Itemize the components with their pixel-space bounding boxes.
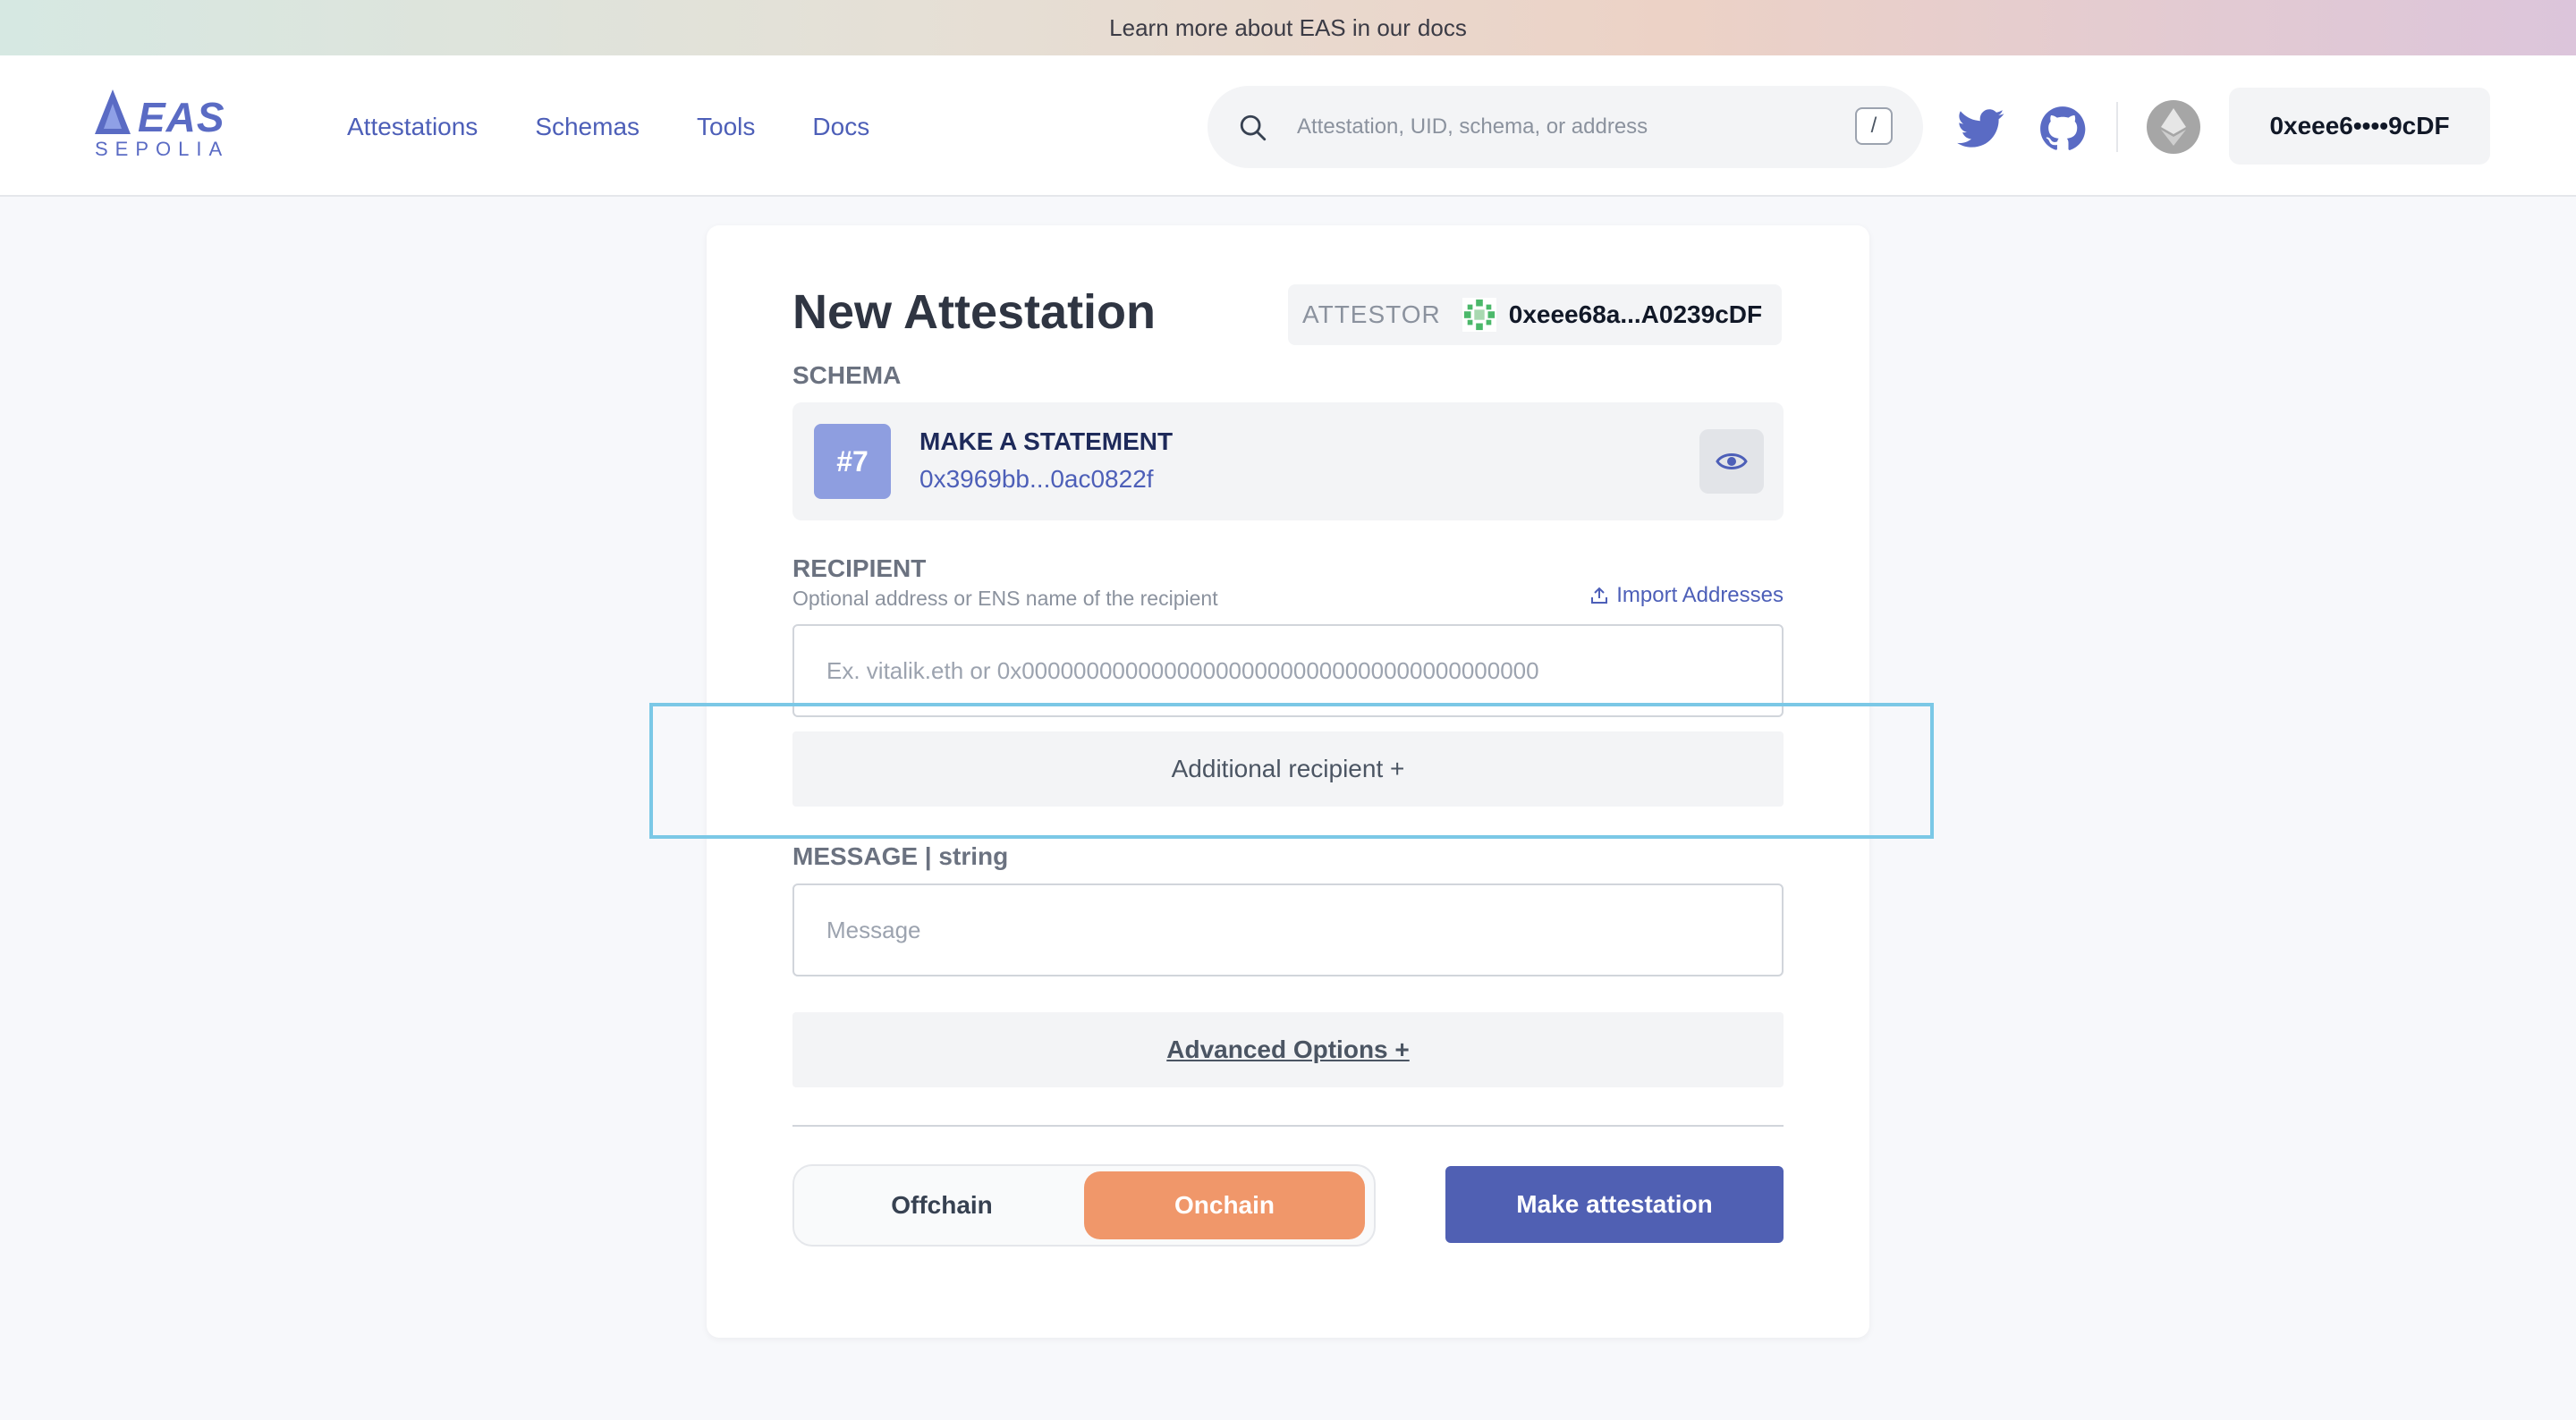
banner-text: Learn more about EAS in our [1109, 13, 1411, 41]
import-addresses-label: Import Addresses [1616, 583, 1784, 607]
attestor-label: ATTESTOR [1302, 300, 1441, 328]
new-attestation-card: New Attestation ATTESTOR 0xeee68a...A023… [707, 225, 1869, 1338]
eye-icon [1716, 453, 1748, 469]
logo[interactable]: EAS SEPOLIA [93, 88, 236, 168]
schema-box: #7 MAKE A STATEMENT 0x3969bb...0ac0822f [792, 402, 1784, 520]
form-divider [792, 1125, 1784, 1127]
header-divider [2116, 102, 2118, 152]
wallet-button[interactable]: 0xeee6••••9cDF [2229, 88, 2490, 165]
logo-brand: EAS [138, 94, 225, 140]
recipient-label: RECIPIENT [792, 554, 927, 582]
ethereum-network-icon[interactable] [2147, 100, 2200, 154]
chain-toggle: Offchain Onchain [792, 1164, 1376, 1247]
schema-uid-link[interactable]: 0x3969bb...0ac0822f [919, 465, 1154, 494]
advanced-options-button[interactable]: Advanced Options + [792, 1012, 1784, 1087]
onchain-option[interactable]: Onchain [1084, 1171, 1365, 1239]
message-label: MESSAGE | string [792, 842, 1008, 871]
message-label-text: MESSAGE | string [792, 842, 1009, 870]
main-nav: Attestations Schemas Tools Docs [347, 113, 869, 141]
attestor-avatar-icon [1462, 298, 1496, 332]
search-shortcut-key: / [1855, 107, 1893, 145]
schema-label: SCHEMA [792, 361, 902, 389]
advanced-options-label: Advanced Options + [1166, 1035, 1410, 1063]
top-banner: Learn more about EAS in our docs [0, 0, 2576, 55]
twitter-icon[interactable] [1957, 109, 2005, 148]
attestor-badge: ATTESTOR 0xeee68a...A0239cDF [1288, 284, 1782, 345]
page-title: New Attestation [792, 285, 1157, 339]
schema-name: MAKE A STATEMENT [919, 427, 1174, 455]
recipient-help-text: Optional address or ENS name of the reci… [792, 587, 1218, 610]
search-bar: / [1208, 86, 1923, 168]
recipient-input[interactable] [792, 624, 1784, 717]
schema-number-badge: #7 [814, 424, 891, 499]
view-schema-button[interactable] [1699, 429, 1764, 494]
nav-tools[interactable]: Tools [697, 113, 755, 141]
import-addresses-button[interactable]: Import Addresses [1589, 583, 1784, 608]
nav-attestations[interactable]: Attestations [347, 113, 478, 141]
additional-recipient-button[interactable]: Additional recipient + [792, 731, 1784, 807]
offchain-option[interactable]: Offchain [801, 1171, 1082, 1239]
logo-network: SEPOLIA [95, 138, 230, 160]
nav-schemas[interactable]: Schemas [535, 113, 640, 141]
nav-docs[interactable]: Docs [812, 113, 869, 141]
github-icon[interactable] [2039, 106, 2086, 152]
eas-logo-icon [95, 89, 131, 134]
search-icon [1240, 114, 1267, 141]
make-attestation-button[interactable]: Make attestation [1445, 1166, 1784, 1243]
message-input[interactable] [792, 883, 1784, 976]
search-input[interactable] [1297, 109, 1798, 145]
banner-docs-link[interactable]: docs [1418, 14, 1467, 42]
attestor-address: 0xeee68a...A0239cDF [1508, 300, 1763, 328]
ethereum-icon [2161, 108, 2186, 146]
upload-icon [1591, 587, 1608, 604]
header: EAS SEPOLIA Attestations Schemas Tools D… [0, 55, 2576, 197]
